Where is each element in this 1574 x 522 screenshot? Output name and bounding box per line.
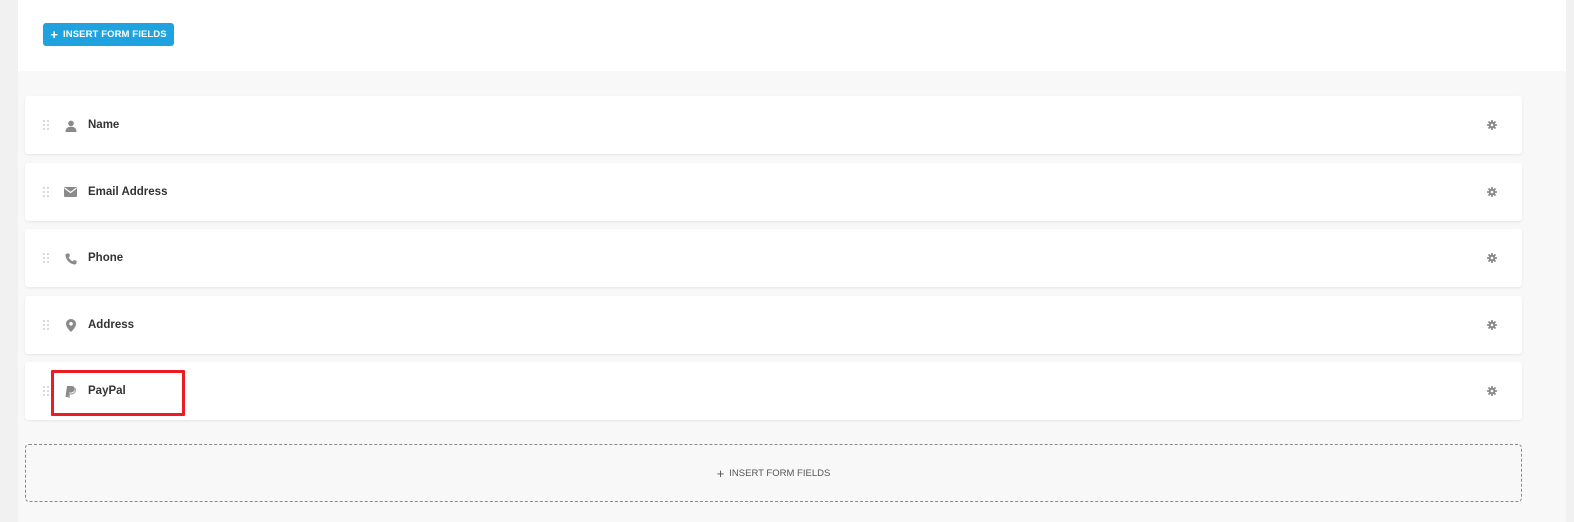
gear-icon[interactable] — [1487, 120, 1497, 130]
gear-icon[interactable] — [1487, 319, 1497, 330]
gear-icon[interactable] — [1487, 386, 1497, 396]
field-row-name[interactable]: Name — [25, 96, 1522, 154]
field-row-email-address[interactable]: Email Address — [25, 162, 1522, 221]
form-field-list: Name Email Address Phone Address PayPal — [25, 96, 1522, 429]
gear-icon[interactable] — [1487, 186, 1497, 197]
gear-icon[interactable] — [1487, 253, 1497, 263]
field-row-paypal[interactable]: PayPal — [25, 362, 1522, 420]
paypal-icon — [64, 385, 77, 398]
user-icon — [64, 119, 77, 132]
drag-handle-icon[interactable] — [42, 186, 50, 198]
plus-icon: + — [50, 27, 59, 42]
insert-form-fields-button[interactable]: + INSERT FORM FIELDS — [43, 23, 174, 46]
field-row-address[interactable]: Address — [25, 295, 1522, 354]
top-toolbar: + INSERT FORM FIELDS — [18, 0, 1566, 71]
field-label: Phone — [88, 252, 124, 264]
plus-icon: + — [716, 465, 725, 481]
field-label: Name — [88, 119, 120, 131]
scrollbar-track[interactable] — [1566, 0, 1574, 522]
map-marker-icon — [64, 318, 77, 332]
field-label: PayPal — [88, 385, 126, 397]
drag-handle-icon[interactable] — [42, 319, 50, 331]
drag-handle-icon[interactable] — [42, 385, 50, 397]
insert-form-fields-label: INSERT FORM FIELDS — [63, 29, 167, 40]
insert-form-fields-dropzone[interactable]: + INSERT FORM FIELDS — [25, 444, 1522, 502]
field-label: Address — [88, 318, 135, 331]
phone-icon — [64, 252, 77, 265]
dropzone-label: INSERT FORM FIELDS — [729, 467, 831, 479]
envelope-icon — [64, 186, 77, 199]
drag-handle-icon[interactable] — [42, 119, 50, 131]
field-row-phone[interactable]: Phone — [25, 229, 1522, 287]
drag-handle-icon[interactable] — [42, 252, 50, 264]
field-label: Email Address — [88, 185, 168, 198]
